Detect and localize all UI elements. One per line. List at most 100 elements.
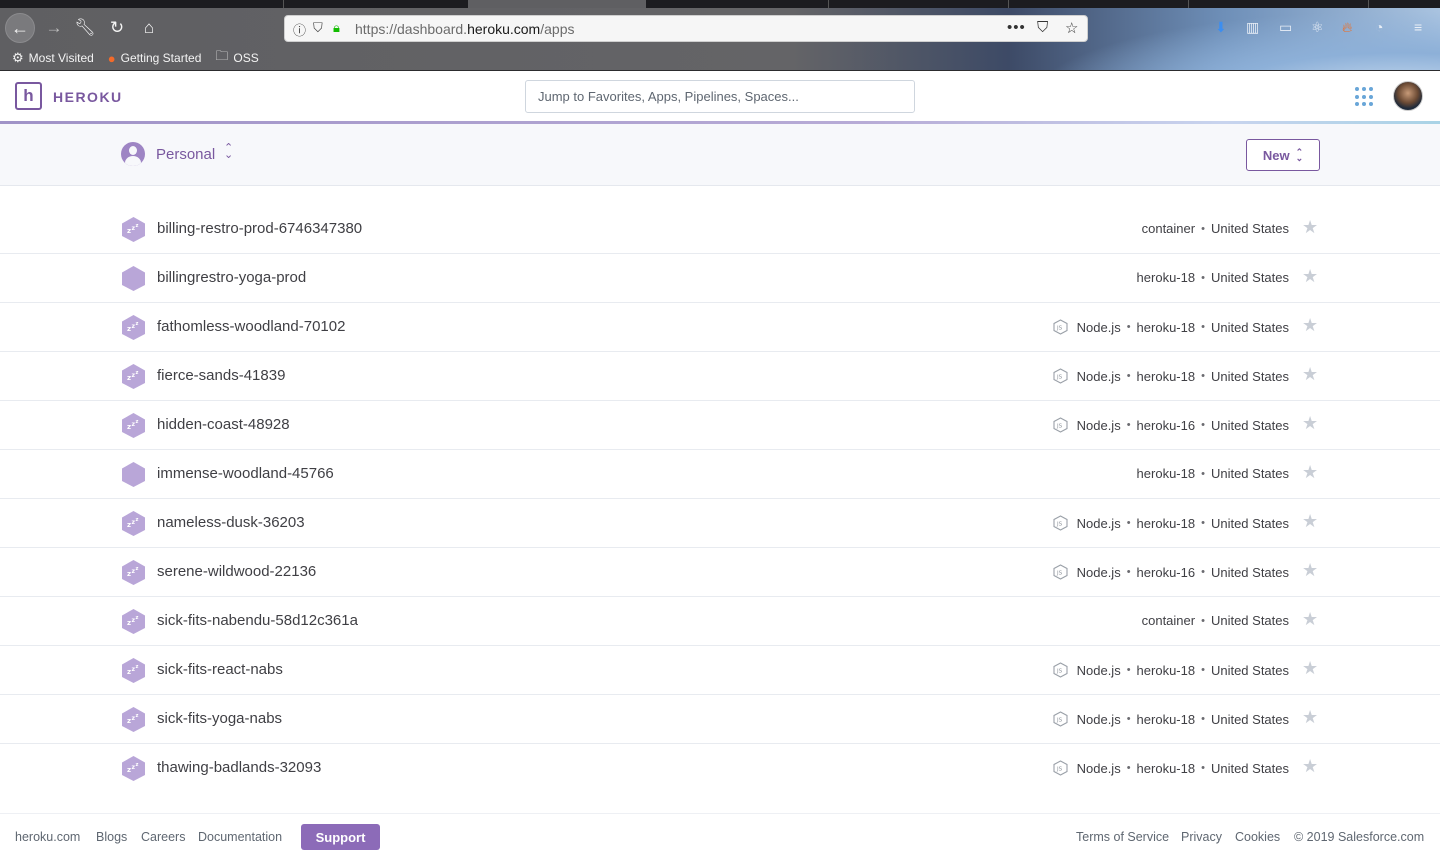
heroku-brand[interactable]: HEROKU bbox=[53, 89, 123, 105]
app-row[interactable]: billingrestro-yoga-prod heroku-18 • United … bbox=[0, 254, 1440, 303]
footer-link-heroku[interactable]: heroku.com bbox=[15, 830, 80, 844]
favorite-star-icon[interactable]: ★ bbox=[1302, 560, 1318, 581]
page-actions-icon[interactable]: ••• bbox=[1007, 19, 1026, 36]
address-bar[interactable]: ⓘ ⛉ 🔒︎ https://dashboard.heroku.com/apps… bbox=[284, 15, 1088, 42]
app-meta: container • United States bbox=[1142, 221, 1289, 236]
app-name[interactable]: sick-fits-react-nabs bbox=[157, 661, 283, 678]
app-icon bbox=[122, 266, 145, 291]
app-row[interactable]: immense-woodland-45766 heroku-18 • United S… bbox=[0, 450, 1440, 499]
favorite-star-icon[interactable]: ★ bbox=[1302, 413, 1318, 434]
forward-button[interactable]: → bbox=[40, 14, 68, 42]
svg-text:z: z bbox=[127, 521, 131, 529]
app-row[interactable]: z z z sick-fits-yoga-nabs JS Node.js • heroku-1… bbox=[0, 695, 1440, 744]
bookmark-getting-started[interactable]: ● Getting Started bbox=[108, 50, 202, 66]
support-button[interactable]: Support bbox=[301, 824, 380, 850]
app-stack: heroku-18 bbox=[1136, 760, 1196, 776]
footer-link-terms[interactable]: Terms of Service bbox=[1076, 830, 1169, 844]
app-language: Node.js bbox=[1076, 319, 1121, 335]
firebase-icon[interactable]: 🔥︎ bbox=[1342, 19, 1352, 36]
new-button[interactable]: New ⌃ ⌄ bbox=[1246, 139, 1320, 171]
app-row[interactable]: z z z sick-fits-react-nabs JS Node.js • heroku-… bbox=[0, 646, 1440, 695]
apps-grid-icon[interactable] bbox=[1355, 87, 1375, 107]
favorite-star-icon[interactable]: ★ bbox=[1302, 462, 1318, 483]
nodejs-icon: JS bbox=[1053, 319, 1068, 335]
svg-text:z: z bbox=[136, 321, 139, 327]
app-name[interactable]: fathomless-woodland-70102 bbox=[157, 318, 345, 335]
svg-text:JS: JS bbox=[1056, 424, 1063, 430]
favorite-star-icon[interactable]: ★ bbox=[1302, 315, 1318, 336]
footer-link-privacy[interactable]: Privacy bbox=[1181, 830, 1222, 844]
app-name[interactable]: thawing-badlands-32093 bbox=[157, 759, 321, 776]
info-icon[interactable]: ⓘ bbox=[293, 20, 306, 39]
app-sleeping-icon: zzz bbox=[122, 315, 145, 340]
favorite-star-icon[interactable]: ★ bbox=[1302, 364, 1318, 385]
tracking-shield-icon[interactable]: ⛉ bbox=[313, 20, 323, 36]
app-row[interactable]: z z z fathomless-woodland-70102 JS Node.js • he… bbox=[0, 303, 1440, 352]
app-region: United States bbox=[1210, 662, 1289, 678]
url-domain: heroku.com bbox=[467, 21, 541, 37]
favorite-star-icon[interactable]: ★ bbox=[1302, 658, 1318, 679]
app-row[interactable]: z z z hidden-coast-48928 JS Node.js • heroku-16… bbox=[0, 401, 1440, 450]
favorite-star-icon[interactable]: ★ bbox=[1302, 266, 1318, 287]
chevron-updown-icon[interactable]: ⌃ ⌄ bbox=[224, 143, 233, 161]
app-region: United States bbox=[1210, 466, 1289, 481]
footer-link-blogs[interactable]: Blogs bbox=[96, 830, 127, 844]
user-avatar[interactable] bbox=[1393, 81, 1423, 111]
nodejs-icon: JS bbox=[1053, 711, 1068, 727]
tools-button[interactable]: 🔧︎ bbox=[71, 14, 99, 42]
personal-account-icon[interactable] bbox=[121, 142, 145, 166]
search-input[interactable] bbox=[525, 80, 915, 113]
firefox-icon: ● bbox=[107, 50, 116, 66]
reload-button[interactable]: ↻ bbox=[103, 14, 131, 42]
tab-active[interactable] bbox=[468, 0, 646, 8]
home-button[interactable]: ⌂ bbox=[135, 14, 163, 42]
app-meta: container • United States bbox=[1142, 613, 1289, 628]
react-devtools-icon[interactable]: ⚛ bbox=[1311, 19, 1324, 36]
separator-dot: • bbox=[1126, 370, 1131, 382]
account-switcher[interactable]: Personal bbox=[156, 146, 215, 163]
app-row[interactable]: z z z fierce-sands-41839 JS Node.js • heroku-18… bbox=[0, 352, 1440, 401]
svg-text:z: z bbox=[136, 419, 139, 425]
footer-link-cookies[interactable]: Cookies bbox=[1235, 830, 1280, 844]
svg-text:z: z bbox=[136, 517, 139, 523]
app-name[interactable]: hidden-coast-48928 bbox=[157, 416, 290, 433]
app-name[interactable]: serene-wildwood-22136 bbox=[157, 563, 316, 580]
app-name[interactable]: immense-woodland-45766 bbox=[157, 465, 334, 482]
app-row[interactable]: z z z thawing-badlands-32093 JS Node.js • herok… bbox=[0, 744, 1440, 793]
back-button[interactable]: ← bbox=[5, 13, 35, 43]
download-icon[interactable]: ⬇ bbox=[1215, 19, 1227, 36]
footer-link-documentation[interactable]: Documentation bbox=[198, 830, 282, 844]
sidebar-icon[interactable]: ▭ bbox=[1279, 19, 1292, 36]
favorite-star-icon[interactable]: ★ bbox=[1302, 707, 1318, 728]
separator-dot: • bbox=[1201, 271, 1205, 284]
bookmark-most-visited[interactable]: ⚙ Most Visited bbox=[12, 50, 94, 66]
favorite-star-icon[interactable]: ★ bbox=[1302, 217, 1318, 238]
heroku-logo-icon[interactable]: h bbox=[15, 82, 42, 110]
nodejs-icon: JS bbox=[1053, 662, 1068, 678]
app-row[interactable]: z z z billing-restro-prod-6746347380 contain… bbox=[0, 205, 1440, 254]
library-icon[interactable]: ▥ bbox=[1246, 19, 1259, 36]
app-name[interactable]: fierce-sands-41839 bbox=[157, 367, 285, 384]
app-row[interactable]: z z z sick-fits-nabendu-58d12c361a container… bbox=[0, 597, 1440, 646]
favorite-star-icon[interactable]: ★ bbox=[1302, 609, 1318, 630]
app-meta: JS Node.js • heroku-16 • United States bbox=[1053, 564, 1289, 580]
app-name[interactable]: billing-restro-prod-6746347380 bbox=[157, 220, 362, 237]
app-name[interactable]: billingrestro-yoga-prod bbox=[157, 269, 306, 286]
app-name[interactable]: sick-fits-nabendu-58d12c361a bbox=[157, 612, 358, 629]
bookmark-oss[interactable]: 🗀 OSS bbox=[215, 48, 258, 66]
favorite-star-icon[interactable]: ★ bbox=[1302, 756, 1318, 777]
bookmark-star-icon[interactable]: ☆ bbox=[1065, 19, 1078, 37]
logo-letter: h bbox=[23, 86, 34, 105]
lock-icon[interactable]: 🔒︎ bbox=[333, 20, 340, 36]
favorite-star-icon[interactable]: ★ bbox=[1302, 511, 1318, 532]
pocket-icon[interactable]: ⛉ bbox=[1037, 19, 1048, 36]
app-name[interactable]: nameless-dusk-36203 bbox=[157, 514, 305, 531]
app-row[interactable]: z z z nameless-dusk-36203 JS Node.js • heroku-1… bbox=[0, 499, 1440, 548]
menu-icon[interactable]: ≡ bbox=[1414, 19, 1422, 35]
app-row[interactable]: z z z serene-wildwood-22136 JS Node.js • heroku… bbox=[0, 548, 1440, 597]
url-text[interactable]: https://dashboard.heroku.com/apps bbox=[355, 21, 574, 37]
extension-icon[interactable]: ◔ bbox=[1375, 19, 1383, 35]
app-name[interactable]: sick-fits-yoga-nabs bbox=[157, 710, 282, 727]
app-region: United States bbox=[1210, 515, 1289, 531]
footer-link-careers[interactable]: Careers bbox=[141, 830, 185, 844]
